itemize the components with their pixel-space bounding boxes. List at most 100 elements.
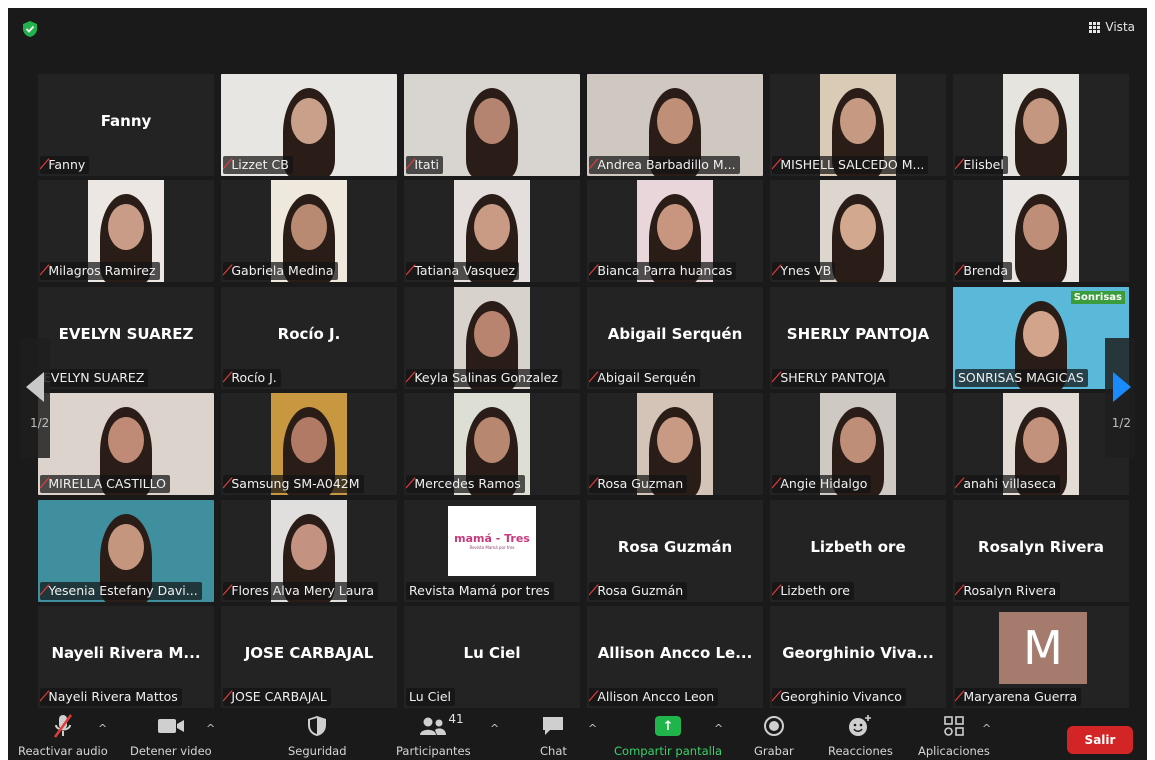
- participant-tile[interactable]: ⁄ Itati: [404, 74, 580, 176]
- microphone-muted-icon: ⁄: [772, 263, 780, 280]
- participant-name-text: Georghinio Vivanco: [780, 688, 902, 704]
- apps-options-caret-icon[interactable]: ^: [982, 722, 991, 735]
- participant-tile[interactable]: Sonrisas SONRISAS MAGICAS: [953, 286, 1129, 389]
- next-page-button[interactable]: [1105, 338, 1135, 458]
- participant-display-name: JOSE CARBAJAL: [244, 643, 374, 662]
- microphone-muted-icon: ⁄: [406, 157, 414, 173]
- participant-name-label: ⁄ Yesenia Estefany Davi...: [40, 581, 202, 600]
- participant-tile[interactable]: ⁄ Mercedes Ramos: [404, 393, 580, 496]
- participant-tile[interactable]: ⁄ Rosa Guzman: [587, 393, 763, 496]
- participant-tile[interactable]: ⁄ MISHELL SALCEDO M...: [770, 74, 946, 176]
- participant-tile[interactable]: Rosa Guzmán ⁄ Rosa Guzmán: [587, 499, 763, 602]
- participant-tile[interactable]: ⁄ Ynes VB: [770, 180, 946, 283]
- participant-name-label: ⁄ Rosa Guzmán: [589, 581, 688, 600]
- microphone-muted-icon: ⁄: [589, 157, 597, 173]
- participant-tile[interactable]: Lizbeth ore ⁄ Lizbeth ore: [770, 499, 946, 602]
- participant-name-text: Yesenia Estefany Davi...: [48, 582, 198, 598]
- share-screen-label: Compartir pantalla: [614, 744, 723, 758]
- chat-options-caret-icon[interactable]: ^: [588, 722, 597, 735]
- participant-tile[interactable]: ⁄ Angie Hidalgo: [770, 393, 946, 496]
- participant-name-label: ⁄ Brenda: [955, 262, 1012, 281]
- microphone-muted-icon: ⁄: [406, 476, 414, 493]
- participant-tile[interactable]: Nayeli Rivera M... ⁄ Nayeli Rivera Mattos: [38, 605, 214, 708]
- record-button[interactable]: Grabar: [754, 712, 794, 758]
- participant-tile[interactable]: ⁄ Andrea Barbadillo M...: [587, 74, 763, 176]
- participant-tile[interactable]: ⁄ Elisbel: [953, 74, 1129, 176]
- microphone-muted-icon: ⁄: [40, 157, 48, 173]
- participant-display-name: Lizbeth ore: [810, 537, 906, 556]
- microphone-muted-icon: ⁄: [40, 688, 48, 705]
- participant-tile[interactable]: ⁄ Brenda: [953, 180, 1129, 283]
- participant-tile[interactable]: Georghinio Viva... ⁄ Georghinio Vivanco: [770, 605, 946, 708]
- participant-tile[interactable]: Abigail Serquén ⁄ Abigail Serquén: [587, 286, 763, 389]
- participant-name-text: Rosalyn Rivera: [963, 582, 1057, 598]
- participant-tile[interactable]: ⁄ Tatiana Vasquez: [404, 180, 580, 283]
- shield-check-icon[interactable]: [22, 20, 38, 38]
- audio-options-caret-icon[interactable]: ^: [98, 722, 107, 735]
- participant-tile[interactable]: Rosalyn Rivera ⁄ Rosalyn Rivera: [953, 499, 1129, 602]
- stop-video-button[interactable]: Detener video: [130, 712, 212, 758]
- chat-bubble-icon: [543, 717, 564, 735]
- participant-tile[interactable]: Rocío J. ⁄ Rocío J.: [221, 286, 397, 389]
- microphone-muted-icon: ⁄: [406, 263, 414, 280]
- participant-tile[interactable]: ⁄ Keyla Salinas Gonzalez: [404, 286, 580, 389]
- participant-tile[interactable]: Fanny ⁄ Fanny: [38, 74, 214, 176]
- participant-name-label: ⁄ Fanny: [40, 156, 90, 174]
- unmute-audio-button[interactable]: Reactivar audio: [18, 712, 108, 758]
- participant-name-label: ⁄ Flores Alva Mery Laura: [223, 581, 379, 600]
- share-screen-button[interactable]: ↑ Compartir pantalla: [614, 712, 722, 758]
- participant-tile[interactable]: ⁄ Milagros Ramirez: [38, 180, 214, 283]
- participant-name-text: MISHELL SALCEDO M...: [780, 157, 925, 172]
- participant-tile[interactable]: M ⁄ Maryarena Guerra: [953, 605, 1129, 708]
- security-shield-icon: [308, 716, 327, 736]
- meeting-toolbar: Reactivar audio ^ Detener video ^ Seguri…: [8, 708, 1147, 760]
- microphone-muted-icon: ⁄: [223, 476, 231, 493]
- participant-tile[interactable]: ⁄ Lizzet CB: [221, 74, 397, 176]
- smiley-add-icon: [849, 715, 872, 736]
- reactions-button[interactable]: Reacciones: [828, 712, 893, 758]
- participant-name-label: ⁄ Milagros Ramirez: [40, 262, 160, 281]
- participant-tile[interactable]: Lu Ciel Lu Ciel: [404, 605, 580, 708]
- participant-display-name: Rocío J.: [277, 324, 341, 343]
- participant-name-label: ⁄ Mercedes Ramos: [406, 475, 525, 494]
- arrow-right-icon: [1113, 372, 1131, 402]
- participant-tile[interactable]: ⁄ Bianca Parra huancas: [587, 180, 763, 283]
- participants-icon: [420, 717, 447, 735]
- participant-tile[interactable]: ⁄ Yesenia Estefany Davi...: [38, 499, 214, 602]
- view-button[interactable]: Vista: [1089, 20, 1135, 34]
- participant-name-text: anahi villaseca: [963, 476, 1057, 492]
- participant-tile[interactable]: ⁄ MIRELLA CASTILLO: [38, 393, 214, 496]
- participant-display-name: SHERLY PANTOJA: [786, 324, 930, 343]
- participant-name-label: ⁄ Tatiana Vasquez: [406, 262, 520, 281]
- participant-tile[interactable]: EVELYN SUAREZ EVELYN SUAREZ: [38, 286, 214, 389]
- leave-meeting-button[interactable]: Salir: [1067, 726, 1133, 754]
- participant-display-name: Abigail Serquén: [607, 324, 743, 343]
- previous-page-button[interactable]: [20, 338, 50, 458]
- share-options-caret-icon[interactable]: ^: [714, 722, 723, 735]
- participant-display-name: Fanny: [100, 112, 152, 130]
- participant-name-text: Brenda: [963, 263, 1008, 279]
- participant-tile[interactable]: mamá - Tres Revista Mamá por tres Revista …: [404, 499, 580, 602]
- participant-tile[interactable]: Allison Ancco Le... ⁄ Allison Ancco Leon: [587, 605, 763, 708]
- participant-tile[interactable]: SHERLY PANTOJA ⁄ SHERLY PANTOJA: [770, 286, 946, 389]
- participant-name-text: Rosa Guzman: [597, 476, 684, 492]
- participant-tile[interactable]: JOSE CARBAJAL ⁄ JOSE CARBAJAL: [221, 605, 397, 708]
- participant-name-text: Revista Mamá por tres: [409, 582, 550, 598]
- participant-tile[interactable]: ⁄ Gabriela Medina: [221, 180, 397, 283]
- video-options-caret-icon[interactable]: ^: [206, 722, 215, 735]
- chat-button[interactable]: Chat: [540, 712, 567, 758]
- apps-button[interactable]: Aplicaciones: [918, 712, 990, 758]
- participant-tile[interactable]: ⁄ Samsung SM-A042M: [221, 393, 397, 496]
- participants-options-caret-icon[interactable]: ^: [490, 722, 499, 735]
- participant-name-text: EVELYN SUAREZ: [43, 369, 145, 385]
- microphone-muted-icon: ⁄: [223, 157, 231, 173]
- security-button[interactable]: Seguridad: [288, 712, 347, 758]
- participant-tile[interactable]: ⁄ Flores Alva Mery Laura: [221, 499, 397, 602]
- participants-button[interactable]: 41 Participantes: [396, 712, 471, 758]
- participant-tile[interactable]: ⁄ anahi villaseca: [953, 393, 1129, 496]
- microphone-muted-icon: ⁄: [772, 688, 780, 705]
- participant-name-label: ⁄ MIRELLA CASTILLO: [40, 475, 170, 494]
- participant-name-label: ⁄ Samsung SM-A042M: [223, 475, 364, 494]
- participant-name-label: ⁄ SHERLY PANTOJA: [772, 368, 890, 387]
- page-indicator-left: 1/2: [30, 416, 50, 430]
